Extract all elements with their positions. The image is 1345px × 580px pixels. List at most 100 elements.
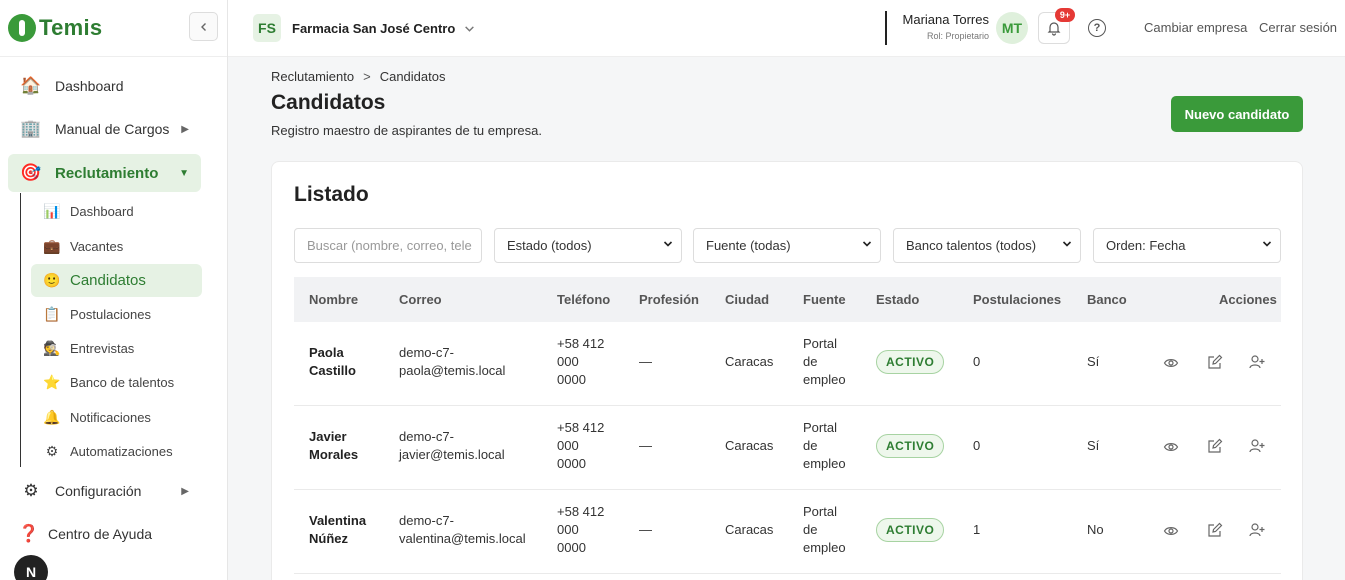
view-eye-icon[interactable] <box>1163 355 1179 371</box>
subnav-item-banco-de-talentos[interactable]: ⭐ Banco de talentos <box>31 366 202 399</box>
add-user-icon[interactable] <box>1249 438 1265 454</box>
subnav-item-vacantes[interactable]: 💼 Vacantes <box>31 230 202 263</box>
subnav-item-entrevistas[interactable]: 🕵 Entrevistas <box>31 332 202 365</box>
chevron-down-icon <box>1062 241 1072 247</box>
bar-chart-icon: 📊 <box>43 203 61 219</box>
search-input[interactable]: Buscar (nombre, correo, tele <box>294 228 482 263</box>
chevron-left-icon <box>200 22 206 31</box>
column-header[interactable]: Teléfono <box>557 292 610 307</box>
page-title: Candidatos <box>271 91 386 114</box>
topbar: FS Farmacia San José Centro Mariana Torr… <box>228 0 1345 57</box>
dev-indicator-badge[interactable]: N <box>14 555 48 580</box>
candidate-applications: 1 <box>973 522 981 537</box>
gear-icon: ⚙ <box>23 481 39 500</box>
subnav-item-label: Candidatos <box>70 272 146 289</box>
candidate-phone: +58 412 000 0000 <box>557 336 605 387</box>
candidate-source: Portal de empleo <box>803 336 846 387</box>
subnav-item-label: Notificaciones <box>70 410 151 425</box>
status-badge: ACTIVO <box>876 518 945 542</box>
view-eye-icon[interactable] <box>1163 439 1179 455</box>
sidebar-item-configuracion[interactable]: ⚙ Configuración ▶ <box>8 472 201 510</box>
column-header[interactable]: Ciudad <box>725 292 769 307</box>
change-company-link[interactable]: Cambiar empresa <box>1144 20 1247 35</box>
logo-row: Temis <box>0 0 227 57</box>
gear-icon: ⚙ <box>45 443 59 459</box>
column-header[interactable]: Nombre <box>309 292 358 307</box>
candidate-bank: Sí <box>1087 438 1100 453</box>
user-name: Mariana Torres <box>902 12 989 27</box>
select-value: Fuente (todas) <box>706 238 791 253</box>
select-value: Orden: Fecha <box>1106 238 1186 253</box>
subnav-item-label: Automatizaciones <box>70 444 173 459</box>
candidates-card: Listado Buscar (nombre, correo, tele Est… <box>271 161 1303 580</box>
subnav-item-postulaciones[interactable]: 📋 Postulaciones <box>31 298 202 331</box>
subnav-item-label: Dashboard <box>70 204 134 219</box>
candidate-phone: +58 412 000 0000 <box>557 420 605 471</box>
subnav-item-notificaciones[interactable]: 🔔 Notificaciones <box>31 401 202 434</box>
candidate-profession: — <box>639 354 652 369</box>
sidebar-item-manual-de-cargos[interactable]: 🏢 Manual de Cargos ▶ <box>8 110 201 148</box>
column-header[interactable]: Correo <box>399 292 442 307</box>
sidebar-item-reclutamiento[interactable]: 🎯 Reclutamiento ▼ <box>8 154 201 192</box>
user-role: Rol: Propietario <box>926 31 989 41</box>
column-header[interactable]: Banco <box>1087 292 1127 307</box>
select-value: Estado (todos) <box>507 238 592 253</box>
column-header[interactable]: Fuente <box>803 292 846 307</box>
sidebar-item-centro-de-ayuda[interactable]: ❓ Centro de Ayuda <box>8 515 201 553</box>
sidebar-item-label: Manual de Cargos <box>55 121 170 137</box>
column-header[interactable]: Estado <box>876 292 919 307</box>
chevron-down-icon <box>1262 241 1272 247</box>
status-filter-select[interactable]: Estado (todos) <box>494 228 682 263</box>
subnav-item-candidatos[interactable]: 🙂 Candidatos <box>31 264 202 297</box>
temis-logo-icon <box>8 14 36 42</box>
edit-icon[interactable] <box>1207 438 1223 454</box>
column-header[interactable]: Postulaciones <box>973 292 1061 307</box>
collapse-sidebar-button[interactable] <box>189 12 218 41</box>
subnav-item-label: Banco de talentos <box>70 375 175 390</box>
candidate-name: Valentina Núñez <box>309 513 367 546</box>
subnav-divider <box>20 193 21 467</box>
table-row[interactable]: Javier Morales demo-c7- javier@temis.local… <box>294 406 1281 490</box>
company-selector[interactable]: FS Farmacia San José Centro <box>253 14 475 42</box>
column-header[interactable]: Profesión <box>639 292 699 307</box>
candidate-profession: — <box>639 522 652 537</box>
caret-right-icon: ▶ <box>181 123 189 135</box>
view-eye-icon[interactable] <box>1163 523 1179 539</box>
table-header: Nombre Correo Teléfono Profesión Ciudad … <box>294 277 1281 322</box>
add-user-icon[interactable] <box>1249 354 1265 370</box>
user-divider <box>885 11 887 45</box>
help-icon[interactable]: ? <box>1088 19 1106 37</box>
smiley-icon: 🙂 <box>43 272 61 288</box>
subnav-item-label: Vacantes <box>70 239 124 254</box>
sort-order-select[interactable]: Orden: Fecha <box>1093 228 1281 263</box>
brand-name: Temis <box>39 15 103 40</box>
subnav-item-dashboard[interactable]: 📊 Dashboard <box>31 195 202 228</box>
candidate-source: Portal de empleo <box>803 420 846 471</box>
candidate-source: Portal de empleo <box>803 504 846 555</box>
candidate-name: Javier Morales <box>309 429 359 462</box>
star-icon: ⭐ <box>43 374 61 390</box>
breadcrumb-item[interactable]: Reclutamiento <box>271 69 354 84</box>
add-user-icon[interactable] <box>1249 522 1265 538</box>
candidate-name: Paola Castillo <box>309 345 356 378</box>
subnav-item-automatizaciones[interactable]: ⚙ Automatizaciones <box>31 435 202 468</box>
edit-icon[interactable] <box>1207 522 1223 538</box>
talent-bank-filter-select[interactable]: Banco talentos (todos) <box>893 228 1081 263</box>
candidate-phone: +58 412 000 0000 <box>557 504 605 555</box>
briefcase-icon: 💼 <box>43 238 61 254</box>
source-filter-select[interactable]: Fuente (todas) <box>693 228 881 263</box>
new-candidate-button[interactable]: Nuevo candidato <box>1171 96 1303 132</box>
candidate-bank: No <box>1087 522 1104 537</box>
edit-icon[interactable] <box>1207 354 1223 370</box>
sidebar-item-dashboard[interactable]: 🏠 Dashboard <box>8 67 201 105</box>
table-row[interactable]: Valentina Núñez demo-c7- valentina@temis.l… <box>294 490 1281 574</box>
caret-down-icon: ▼ <box>179 167 189 179</box>
target-icon: 🎯 <box>20 163 42 182</box>
table-row[interactable]: Paola Castillo demo-c7- paola@temis.local … <box>294 322 1281 406</box>
sidebar: Temis 🏠 Dashboard 🏢 Manual de Cargos ▶ 🎯… <box>0 0 228 580</box>
avatar[interactable]: MT <box>996 12 1028 44</box>
logout-link[interactable]: Cerrar sesión <box>1259 20 1337 35</box>
clipboard-icon: 📋 <box>43 306 61 322</box>
detective-icon: 🕵 <box>43 340 61 356</box>
caret-right-icon: ▶ <box>181 485 189 497</box>
